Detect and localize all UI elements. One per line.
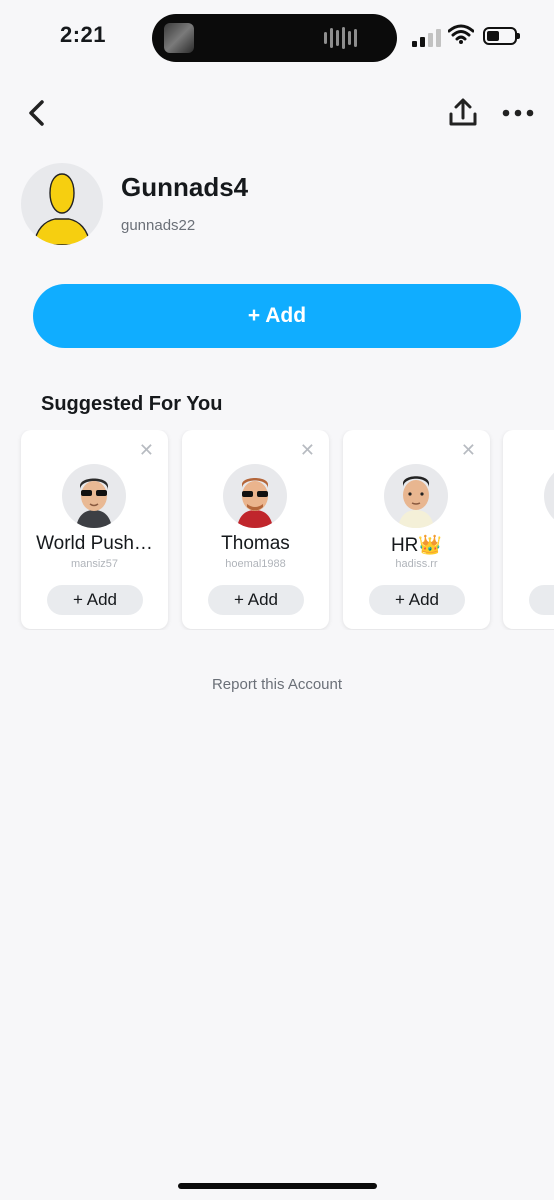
- suggested-card[interactable]: ✕ World Push… mansiz57 + Add: [21, 430, 168, 629]
- more-dots-icon: [502, 109, 534, 117]
- suggested-username: hadiss.rr: [395, 558, 438, 570]
- display-name: Gunnads4: [121, 172, 249, 202]
- suggested-card[interactable]: N. nic +: [503, 430, 554, 629]
- suggested-name: N.: [503, 533, 554, 555]
- dismiss-icon[interactable]: ✕: [300, 440, 315, 460]
- suggested-add-button[interactable]: + Add: [369, 585, 465, 615]
- suggested-username: hoemal1988: [225, 558, 286, 570]
- back-button[interactable]: [24, 98, 52, 128]
- chevron-left-icon: [29, 100, 44, 126]
- default-avatar-icon: [33, 173, 91, 245]
- suggested-card[interactable]: ✕ Thomas hoemal1988 + Add: [182, 430, 329, 629]
- dismiss-icon[interactable]: ✕: [139, 440, 154, 460]
- share-button[interactable]: [446, 96, 480, 130]
- suggested-card[interactable]: ✕ HR👑 hadiss.rr + Add: [343, 430, 490, 629]
- username: gunnads22: [121, 217, 196, 234]
- suggested-name: HR👑: [390, 535, 443, 556]
- battery-level: [487, 31, 499, 41]
- suggested-add-button[interactable]: + Add: [47, 585, 143, 615]
- bitmoji-avatar: [223, 464, 287, 528]
- suggested-add-button[interactable]: +: [529, 585, 554, 615]
- suggested-name: Thomas: [221, 533, 290, 554]
- home-indicator: [178, 1183, 377, 1189]
- now-playing-thumbnail: [164, 23, 194, 53]
- report-account-link[interactable]: Report this Account: [0, 676, 554, 693]
- more-options-button[interactable]: [500, 102, 536, 124]
- suggested-title: Suggested For You: [41, 393, 223, 415]
- suggested-add-button[interactable]: + Add: [208, 585, 304, 615]
- suggested-name: World Push…: [36, 533, 153, 554]
- status-time: 2:21: [60, 22, 107, 47]
- dynamic-island: [152, 14, 397, 62]
- suggested-username: mansiz57: [70, 558, 119, 570]
- dismiss-icon[interactable]: ✕: [461, 440, 476, 460]
- wifi-icon: [448, 24, 474, 44]
- suggested-username: nic: [503, 558, 554, 570]
- profile-avatar[interactable]: [21, 163, 103, 245]
- bitmoji-avatar: [384, 464, 448, 528]
- add-friend-button[interactable]: + Add: [33, 284, 521, 348]
- audio-waveform-icon: [324, 27, 357, 49]
- share-icon: [449, 98, 477, 126]
- suggested-carousel[interactable]: ✕ World Push… mansiz57 + Add ✕ Thomas ho…: [0, 430, 554, 630]
- bitmoji-avatar: [544, 464, 554, 528]
- bitmoji-avatar: [62, 464, 126, 528]
- battery-icon: [483, 27, 520, 45]
- signal-icon: [412, 29, 441, 47]
